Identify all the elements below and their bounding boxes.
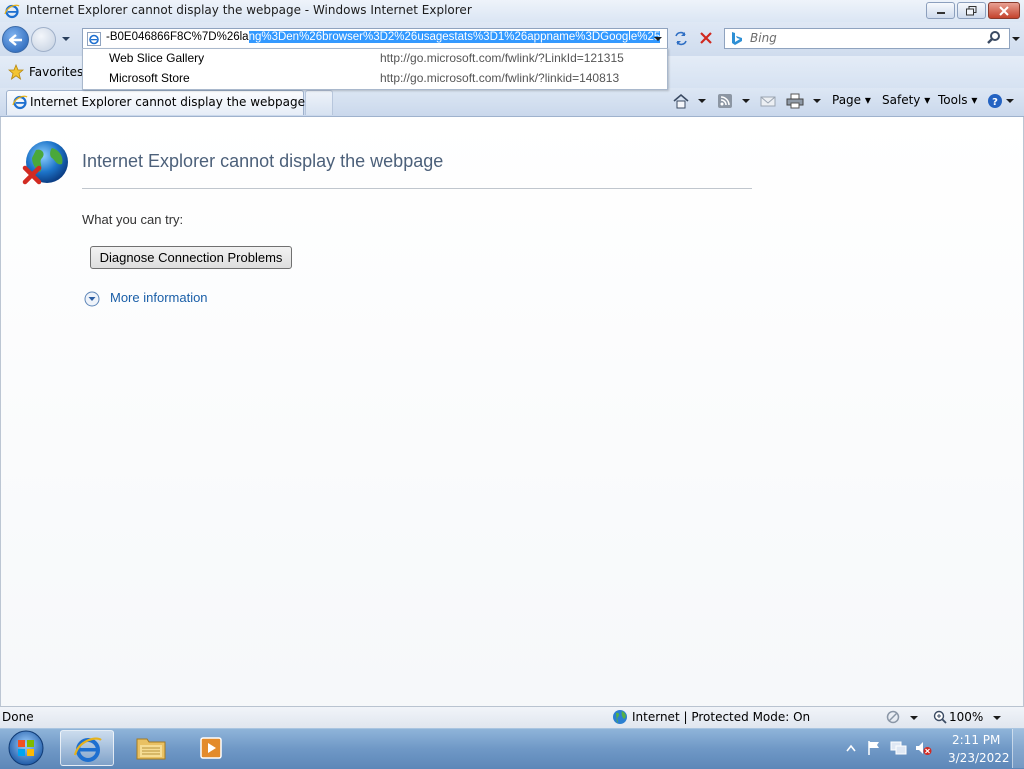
favorites-button[interactable]: Favorites xyxy=(29,65,83,79)
taskbar-windows-explorer[interactable] xyxy=(124,730,178,766)
back-button[interactable] xyxy=(2,26,29,53)
internet-zone-icon xyxy=(613,710,627,724)
status-text: Done xyxy=(2,710,34,724)
ie-logo-icon xyxy=(12,95,28,110)
home-icon[interactable] xyxy=(672,93,690,109)
diagnose-connection-button[interactable]: Diagnose Connection Problems xyxy=(90,246,292,269)
new-tab-button[interactable] xyxy=(305,90,333,115)
stop-icon[interactable] xyxy=(695,28,717,49)
autocomplete-item-name[interactable]: Web Slice Gallery xyxy=(109,51,204,65)
recent-pages-dropdown-icon[interactable] xyxy=(60,34,72,44)
page-content xyxy=(0,117,1024,706)
zoom-dropdown-icon[interactable] xyxy=(992,713,1002,723)
clock-time[interactable]: 2:11 PM xyxy=(952,733,1000,747)
home-dropdown-icon[interactable] xyxy=(697,96,707,106)
close-window-button[interactable] xyxy=(988,2,1020,19)
help-icon[interactable]: ? xyxy=(987,93,1003,109)
show-desktop-button[interactable] xyxy=(1012,729,1024,768)
media-player-icon xyxy=(200,737,222,759)
popup-blocker-icon[interactable] xyxy=(886,710,904,724)
network-icon[interactable] xyxy=(890,740,908,756)
folder-icon xyxy=(136,738,166,760)
more-information-link[interactable]: More information xyxy=(110,290,208,305)
tab-label: Internet Explorer cannot display the web… xyxy=(30,95,305,109)
clock-date[interactable]: 3/23/2022 xyxy=(948,751,1010,765)
close-icon xyxy=(999,5,1009,16)
mail-icon[interactable] xyxy=(760,93,776,109)
globe-error-icon xyxy=(22,141,68,185)
ie-logo-icon xyxy=(73,737,102,762)
expand-chevron-icon[interactable] xyxy=(84,291,100,307)
zoom-level[interactable]: 100% xyxy=(949,710,983,724)
address-unselected-text: -B0E046866F8C%7D%26la xyxy=(106,31,249,43)
address-selected-text: ng%3Den%26browser%3D2%26usagestats%3D1%2… xyxy=(248,31,661,43)
status-bar xyxy=(0,706,1024,729)
star-icon xyxy=(8,64,24,80)
window-title: Internet Explorer cannot display the web… xyxy=(26,3,472,17)
taskbar-media-player[interactable] xyxy=(184,730,238,766)
show-hidden-icons-icon[interactable] xyxy=(846,744,856,752)
search-options-dropdown-icon[interactable] xyxy=(1011,34,1021,44)
address-input[interactable]: -B0E046866F8C%7D%26lang%3Den%26browser%3… xyxy=(106,31,661,43)
forward-button[interactable] xyxy=(31,27,56,52)
page-menu[interactable]: Page ▾ xyxy=(832,93,871,107)
search-icon[interactable] xyxy=(986,30,1002,46)
refresh-icon[interactable] xyxy=(670,28,692,49)
volume-muted-icon[interactable] xyxy=(914,740,932,756)
print-dropdown-icon[interactable] xyxy=(812,96,822,106)
popup-blocker-dropdown-icon[interactable] xyxy=(909,713,919,723)
suggestions-heading: What you can try: xyxy=(82,212,184,227)
security-zone-text[interactable]: Internet | Protected Mode: On xyxy=(632,710,810,724)
error-title: Internet Explorer cannot display the web… xyxy=(82,151,444,171)
safety-menu[interactable]: Safety ▾ xyxy=(882,93,930,107)
minimize-icon xyxy=(936,11,945,14)
tools-menu[interactable]: Tools ▾ xyxy=(938,93,977,107)
autocomplete-item-url[interactable]: http://go.microsoft.com/fwlink/?LinkId=1… xyxy=(380,51,624,65)
minimize-button[interactable] xyxy=(926,2,955,19)
action-center-flag-icon[interactable] xyxy=(866,740,882,756)
restore-button[interactable] xyxy=(957,2,986,19)
autocomplete-item-name[interactable]: Microsoft Store xyxy=(109,71,190,85)
feeds-dropdown-icon[interactable] xyxy=(741,96,751,106)
arrow-left-icon xyxy=(8,33,22,46)
page-icon xyxy=(87,32,101,46)
taskbar-internet-explorer[interactable] xyxy=(60,730,114,766)
print-icon[interactable] xyxy=(786,93,804,109)
bing-icon xyxy=(732,32,742,45)
help-dropdown-icon[interactable] xyxy=(1005,96,1015,106)
autocomplete-item-url[interactable]: http://go.microsoft.com/fwlink/?linkid=1… xyxy=(380,71,619,85)
restore-icon xyxy=(965,5,976,15)
search-input[interactable]: Bing xyxy=(750,31,777,45)
safety-menu-label: Safety xyxy=(882,93,921,107)
tools-menu-label: Tools xyxy=(938,93,968,107)
page-menu-label: Page xyxy=(832,93,862,107)
divider xyxy=(82,188,752,189)
feeds-icon[interactable] xyxy=(717,93,733,109)
start-button[interactable] xyxy=(5,729,47,767)
ie-logo-icon xyxy=(4,4,20,19)
address-dropdown-icon[interactable] xyxy=(652,34,664,44)
zoom-icon xyxy=(933,710,947,724)
svg-text:?: ? xyxy=(992,97,998,108)
